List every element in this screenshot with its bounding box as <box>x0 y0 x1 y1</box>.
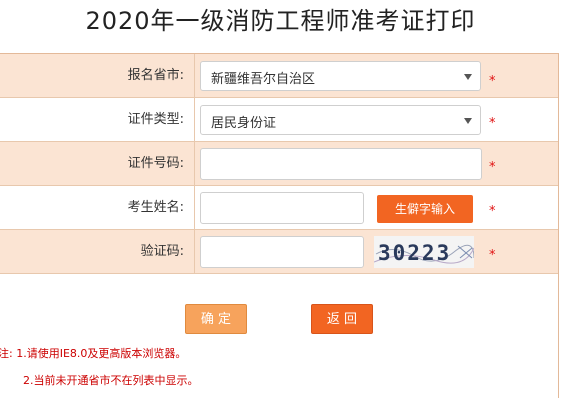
id-number-label: 证件号码: <box>127 156 184 171</box>
back-button[interactable]: 返 回 <box>311 304 373 334</box>
note-line-2: 2.当前未开通省市不在列表中显示。 <box>23 374 199 387</box>
chevron-down-icon <box>464 118 472 124</box>
id-number-input[interactable] <box>200 148 482 180</box>
id-type-value: 居民身份证 <box>211 116 277 131</box>
province-label: 报名省市: <box>127 68 184 83</box>
captcha-text: 30223 <box>378 241 451 265</box>
province-value: 新疆维吾尔自治区 <box>211 72 316 87</box>
chevron-down-icon <box>464 74 472 80</box>
required-mark: * <box>489 74 496 89</box>
name-input[interactable] <box>200 192 364 224</box>
captcha-label: 验证码: <box>140 244 184 259</box>
required-mark: * <box>489 116 496 131</box>
id-type-select[interactable]: 居民身份证 <box>200 105 481 135</box>
form-row-id-type: 证件类型: 居民身份证 * <box>0 98 558 142</box>
required-mark: * <box>489 160 496 175</box>
form-row-id-number: 证件号码: * <box>0 142 558 186</box>
form-row-captcha: 验证码: 30223 * <box>0 230 558 274</box>
captcha-input[interactable] <box>200 236 364 268</box>
province-select[interactable]: 新疆维吾尔自治区 <box>200 61 481 91</box>
id-type-label: 证件类型: <box>127 112 184 127</box>
captcha-image[interactable]: 30223 <box>374 236 474 268</box>
form-row-name: 考生姓名: 生僻字输入 * <box>0 186 558 230</box>
confirm-button[interactable]: 确 定 <box>185 304 247 334</box>
rare-char-input-button[interactable]: 生僻字输入 <box>377 195 473 223</box>
form-row-province: 报名省市: 新疆维吾尔自治区 * <box>0 54 558 98</box>
page-title: 2020年一级消防工程师准考证打印 <box>85 7 476 35</box>
name-label: 考生姓名: <box>127 200 184 215</box>
required-mark: * <box>489 204 496 219</box>
note-line-1: 注: 1.请使用IE8.0及更高版本浏览器。 <box>0 347 187 360</box>
required-mark: * <box>489 248 496 263</box>
